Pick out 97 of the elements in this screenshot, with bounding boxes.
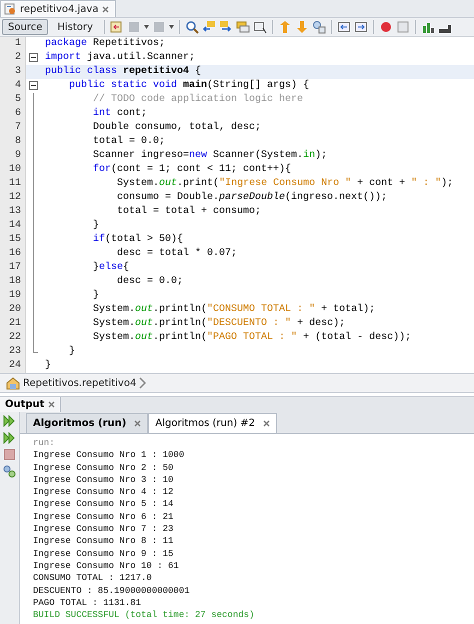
line-number: 16	[0, 247, 26, 261]
output-title: Output	[5, 399, 44, 410]
code-line: public static void main(String[] args) {	[68, 79, 310, 93]
windows-icon[interactable]	[236, 20, 250, 34]
select-box-icon[interactable]	[252, 20, 267, 34]
shift-right-icon[interactable]	[354, 20, 368, 34]
shift-left-icon[interactable]	[336, 20, 351, 34]
code-line: total = total + consumo;	[116, 205, 262, 219]
console-line: Ingrese Consumo Nro 1 : 1000	[33, 449, 186, 462]
console-line: BUILD SUCCESSFUL (total time: 27 seconds)	[33, 609, 256, 622]
code-line: System.out.println("PAGO TOTAL : " + (total - desc));	[92, 331, 412, 345]
chevron-right-icon[interactable]	[139, 377, 146, 389]
line-number: 18	[0, 275, 26, 289]
close-icon[interactable]	[263, 420, 270, 427]
view-tab[interactable]: History	[51, 19, 99, 35]
code-line: package Repetitivos;	[45, 37, 166, 51]
code-line: }	[68, 345, 76, 359]
line-number: 19	[0, 289, 26, 303]
code-line: public class repetitivo4 {	[45, 65, 202, 79]
rerun-icon[interactable]	[3, 415, 16, 427]
code-line: System.out.println("DESCUENTO : " + desc);	[92, 317, 346, 331]
close-icon[interactable]	[48, 401, 56, 408]
arrow-right-icon[interactable]	[218, 20, 233, 34]
line-number: 3	[0, 65, 26, 79]
fold-toggle-icon[interactable]	[29, 81, 38, 90]
console-line: run:	[33, 437, 56, 450]
fold-end-icon	[33, 345, 38, 353]
line-number: 23	[0, 345, 26, 359]
code-line: System.out.print("Ingrese Consumo Nro " + cont + " : ");	[116, 177, 454, 191]
rerun-icon[interactable]	[3, 432, 16, 444]
line-number: 24	[0, 359, 26, 373]
line-number: 5	[0, 93, 26, 107]
line-number: 11	[0, 177, 26, 191]
console-line: Ingrese Consumo Nro 9 : 15	[33, 548, 174, 560]
line-number: 21	[0, 317, 26, 331]
output-panel-tab[interactable]: Output	[0, 397, 62, 412]
code-line: if(total > 50){	[92, 233, 184, 247]
code-line: consumo = Double.parseDouble(ingreso.next());	[116, 191, 388, 205]
console-line: DESCUENTO : 85.19000000000001	[33, 584, 191, 597]
breadcrumb-item[interactable]: Repetitivos.repetitivo4	[23, 378, 136, 388]
code-line: // TODO code application logic here	[92, 93, 304, 107]
code-line: import java.util.Scanner;	[45, 51, 196, 65]
code-line: }	[92, 289, 100, 303]
line-number: 10	[0, 163, 26, 177]
file-tab[interactable]: repetitivo4.java	[0, 0, 116, 17]
code-line: Double consumo, total, desc;	[92, 121, 262, 135]
console-line: Ingrese Consumo Nro 4 : 12	[33, 486, 174, 498]
console-line: Ingrese Consumo Nro 2 : 50	[33, 462, 174, 474]
code-line: }	[45, 359, 52, 373]
code-line: System.out.println("CONSUMO TOTAL : " + total);	[92, 303, 376, 317]
line-number: 8	[0, 135, 26, 149]
code-line: for(cont = 1; cont < 11; cont++){	[92, 163, 292, 177]
line-number: 14	[0, 219, 26, 233]
console-line: Ingrese Consumo Nro 10 : 61	[33, 560, 180, 572]
console-line: Ingrese Consumo Nro 3 : 10	[33, 474, 174, 486]
line-number: 2	[0, 51, 26, 65]
run-tab[interactable]: Algoritmos (run) #2	[148, 413, 278, 433]
line-number: 13	[0, 205, 26, 219]
line-number: 4	[0, 79, 26, 93]
chart-icon[interactable]	[420, 20, 435, 34]
line-number: 9	[0, 149, 26, 163]
console-line: PAGO TOTAL : 1131.81	[33, 596, 142, 610]
close-icon[interactable]	[102, 6, 110, 12]
console-line: Ingrese Consumo Nro 7 : 23	[33, 523, 174, 536]
line-number: 1	[0, 37, 26, 51]
code-line: desc = total * 0.07;	[116, 247, 238, 261]
line-number: 15	[0, 233, 26, 247]
line-number: 7	[0, 121, 26, 135]
search-icon[interactable]	[184, 20, 199, 34]
code-line: }else{	[92, 261, 130, 275]
console-line: Ingrese Consumo Nro 5 : 14	[33, 498, 174, 511]
line-number: 6	[0, 107, 26, 121]
arrow-left-icon[interactable]	[202, 20, 216, 34]
back-document-icon[interactable]	[110, 20, 124, 34]
class-icon	[6, 376, 20, 390]
record-icon[interactable]	[378, 20, 393, 34]
code-line: total = 0.0;	[92, 135, 166, 149]
run-tab[interactable]: Algoritmos (run)	[26, 413, 148, 433]
caret-icon[interactable]	[144, 25, 149, 29]
shapes-icon[interactable]	[312, 20, 326, 34]
close-icon[interactable]	[134, 420, 142, 427]
console-line: Ingrese Consumo Nro 8 : 11	[33, 535, 174, 548]
line-number: 20	[0, 303, 26, 317]
console-line: Ingrese Consumo Nro 6 : 21	[33, 510, 174, 524]
line-number: 12	[0, 191, 26, 205]
fold-toggle-icon[interactable]	[29, 53, 38, 62]
java-file-icon	[4, 3, 16, 15]
code-line: desc = 0.0;	[116, 275, 184, 289]
code-line: }	[92, 219, 100, 233]
caret-icon[interactable]	[168, 25, 174, 29]
view-tab[interactable]: Source	[2, 19, 48, 35]
code-line: Scanner ingreso=new Scanner(System.in);	[92, 149, 328, 163]
console-line: CONSUMO TOTAL : 1217.0	[33, 572, 153, 585]
code-line: int cont;	[92, 107, 148, 121]
stop-icon[interactable]	[396, 20, 410, 34]
line-number: 17	[0, 261, 26, 275]
line-number: 22	[0, 331, 26, 345]
